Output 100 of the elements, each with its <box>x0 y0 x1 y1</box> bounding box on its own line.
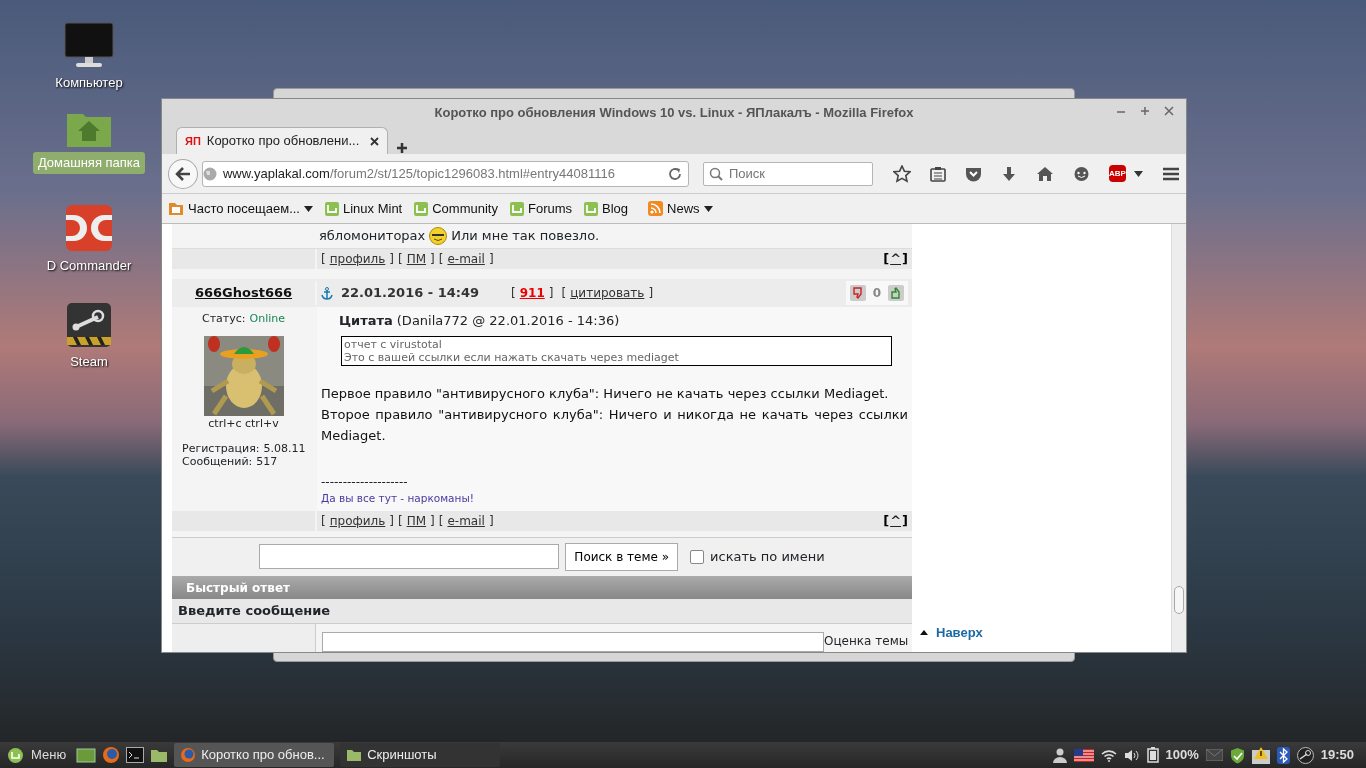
taskbar-window-button[interactable]: Скриншоты <box>340 743 501 767</box>
bracket: [ <box>511 285 516 303</box>
bookmark-item[interactable]: Forums <box>510 198 573 219</box>
anchor-icon[interactable] <box>321 286 333 300</box>
signature-text: Да вы все тут - наркоманы! <box>321 490 475 506</box>
mint-logo-icon <box>510 201 524 216</box>
profile-link[interactable]: профиль <box>329 250 386 268</box>
rss-icon <box>648 201 664 216</box>
up-triangle-icon <box>920 629 928 635</box>
checkbox[interactable] <box>690 549 705 564</box>
close-icon[interactable] <box>370 136 379 146</box>
show-desktop-icon[interactable] <box>76 747 97 763</box>
status-value: Online <box>249 311 285 328</box>
post-number-link[interactable]: 911 <box>519 284 545 303</box>
new-tab-icon[interactable] <box>396 142 408 154</box>
desktop-icon-label[interactable]: Steam <box>65 351 113 373</box>
bracket: [ <box>883 250 890 269</box>
desktop-icon-label[interactable]: Компьютер <box>50 72 128 94</box>
desktop-icon-label[interactable]: D Commander <box>41 255 137 277</box>
firefox-icon[interactable] <box>102 746 121 764</box>
profile-link[interactable]: профиль <box>329 511 386 530</box>
url-field[interactable]: www.yaplakal.com/forum2/st/125/topic1296083.html#entry44081116 <box>201 160 689 187</box>
post-paragraph: Второе правило "антивирусного клуба": Ничего и никогда не качать через ссылки Mediaget. <box>321 405 908 445</box>
sunglasses-smiley-icon <box>429 227 448 245</box>
flag-icon[interactable] <box>1073 748 1094 762</box>
bookmark-item[interactable]: Blog <box>584 198 629 219</box>
stat-label: Регистрация: <box>182 442 260 456</box>
back-button[interactable] <box>168 158 198 189</box>
terminal-icon[interactable] <box>126 747 145 763</box>
thumbs-down-icon[interactable] <box>849 285 866 302</box>
mint-logo-icon <box>8 747 23 763</box>
download-icon[interactable] <box>1001 165 1017 182</box>
checkbox-label[interactable]: искать по имени <box>710 546 825 567</box>
reading-list-icon[interactable] <box>930 165 946 182</box>
post-text: Или мне так повезло. <box>451 227 600 246</box>
bookmark-item[interactable]: Linux Mint <box>325 198 403 219</box>
bracket: ] <box>389 251 394 268</box>
mint-logo-icon <box>584 201 599 216</box>
window-title: Коротко про обновления Windows 10 vs. Linux - ЯПлакалъ - Mozilla Firefox <box>434 103 914 122</box>
profile-link[interactable]: e-mail <box>447 511 485 530</box>
maximize-icon[interactable] <box>1140 106 1150 116</box>
dual-panel-app-icon[interactable] <box>66 205 112 251</box>
search-topic-field[interactable] <box>259 544 560 570</box>
search-topic-button[interactable]: Поиск в теме » <box>565 542 679 571</box>
bracket: ] <box>548 285 554 303</box>
bracket: [ <box>438 251 444 268</box>
adblock-button[interactable]: ABP <box>1109 165 1126 182</box>
profile-link[interactable]: ПМ <box>406 250 427 268</box>
bracket: ] <box>430 251 435 268</box>
folder-icon[interactable] <box>150 747 169 763</box>
quote-box: отчет с virustotal Это с вашей ссылки если нажать скачать через mediaget <box>341 335 892 366</box>
battery-icon[interactable] <box>1146 747 1159 763</box>
wifi-icon[interactable] <box>1100 748 1117 762</box>
speaker-icon[interactable] <box>1123 748 1140 762</box>
message-field[interactable] <box>322 632 824 652</box>
author-name[interactable]: 666Ghost666 <box>194 285 293 301</box>
menu-button[interactable]: Меню <box>4 745 71 765</box>
bracket: [ <box>398 251 403 268</box>
stat-label: Сообщений: <box>182 455 253 469</box>
thumbs-up-icon[interactable] <box>888 285 904 302</box>
caret-icon[interactable] <box>1134 170 1143 177</box>
quote-source: (Danila772 @ 22.01.2016 - 14:36) <box>396 312 620 331</box>
search-field[interactable]: Поиск <box>703 161 873 186</box>
scrollbar-thumb[interactable] <box>1174 586 1184 614</box>
user-icon[interactable] <box>1052 747 1067 763</box>
profile-link[interactable]: e-mail <box>447 250 485 268</box>
monitor-icon[interactable] <box>64 22 114 68</box>
vote-count: 0 <box>872 285 881 303</box>
star-icon[interactable] <box>893 164 911 183</box>
shield-icon[interactable] <box>1229 746 1245 764</box>
update-icon[interactable] <box>1251 746 1270 764</box>
bookmark-item[interactable]: Часто посещаем... <box>168 198 313 219</box>
battery-percent: 100% <box>1165 746 1199 765</box>
firefox-icon <box>180 747 197 763</box>
quote-title: Цитата <box>339 312 393 331</box>
bookmark-item[interactable]: News <box>648 198 713 219</box>
bracket: ] <box>488 251 494 268</box>
pocket-icon[interactable] <box>965 165 982 182</box>
home-icon[interactable] <box>1036 165 1054 182</box>
chat-icon[interactable] <box>1073 165 1090 182</box>
profile-link[interactable]: ПМ <box>406 511 427 530</box>
reload-icon[interactable] <box>668 166 682 181</box>
menu-icon[interactable] <box>1162 166 1180 181</box>
signature-separator: -------------------- <box>321 473 409 491</box>
bookmark-item[interactable]: Community <box>414 198 498 219</box>
bracket: [ <box>438 512 444 530</box>
bracket: [ <box>398 512 403 530</box>
bracket: ] <box>389 512 394 530</box>
back-to-top-link[interactable]: Наверх <box>920 622 1171 642</box>
scroll-top-link[interactable]: ^ <box>890 249 902 269</box>
mail-icon[interactable] <box>1205 749 1223 761</box>
scroll-top-link[interactable]: ^ <box>890 510 902 531</box>
taskbar-window-button[interactable]: Коротко про обнов... <box>174 743 335 767</box>
bracket: ] <box>430 512 435 530</box>
post-paragraph: Первое правило "антивирусного клуба": Ничего не качать через ссылки Mediaget. <box>321 384 890 403</box>
favicon-text: ЯП <box>185 133 201 149</box>
quote-link[interactable]: цитировать <box>570 284 645 303</box>
browser-tab[interactable]: ЯП Коротко про обновлени... <box>176 127 388 154</box>
bluetooth-icon[interactable] <box>1276 746 1290 764</box>
post-date: 22.01.2016 - 14:49 <box>341 284 480 303</box>
